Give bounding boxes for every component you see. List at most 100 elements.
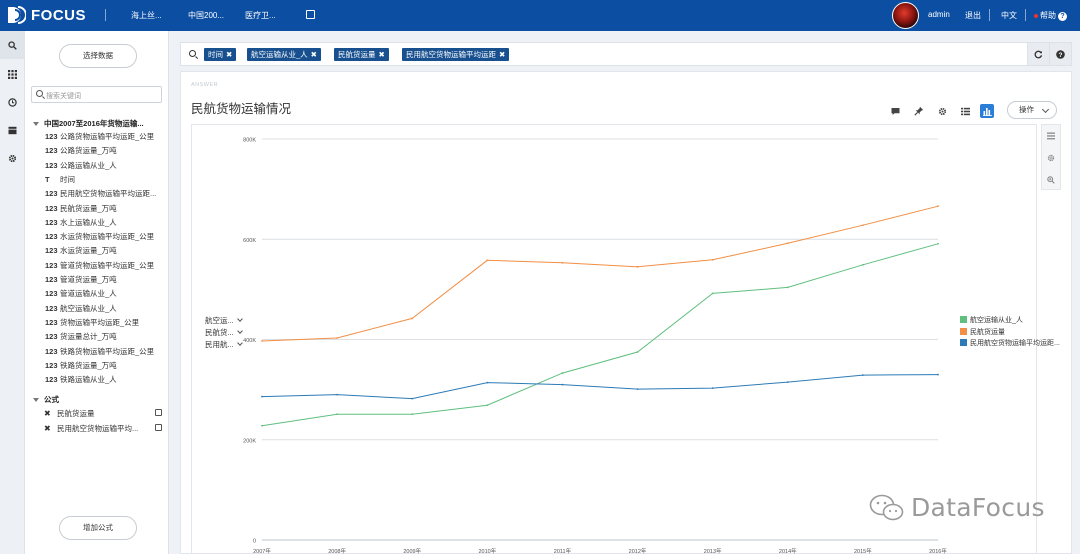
column-item[interactable]: 123 管道货物运输平均运距_公里 <box>45 260 154 272</box>
notification-dot-icon <box>1034 13 1038 18</box>
pin-button[interactable] <box>912 104 926 118</box>
edit-icon[interactable] <box>155 424 162 431</box>
help-link[interactable]: 帮助? <box>1034 10 1067 21</box>
comment-button[interactable] <box>888 104 902 118</box>
edit-icon[interactable] <box>155 409 162 416</box>
tab-history-3[interactable]: 医疗卫... <box>245 10 276 21</box>
y-axis-ticks: 0 200K 400K 600K 800K <box>243 138 256 545</box>
brand-name: FOCUS <box>31 6 86 24</box>
gear-icon <box>938 107 946 115</box>
column-name: 管道货运量_万吨 <box>60 275 117 284</box>
rail-history[interactable] <box>0 88 25 116</box>
line-chart: 0200K400K600K800K 2007年 2008年 2009年 2010年 20… <box>243 138 947 554</box>
column-item[interactable]: 123 管道运输从业_人 <box>45 288 117 300</box>
data-point <box>261 395 263 398</box>
table-node[interactable]: 中国2007至2016年货物运输... <box>33 118 144 129</box>
measure-selector[interactable]: 航空运... <box>205 315 243 326</box>
rail-data[interactable] <box>0 116 25 144</box>
number-type-icon: 123 <box>45 303 58 313</box>
legend-item[interactable]: 航空运输从业_人 <box>960 315 1023 325</box>
settings-button[interactable] <box>935 104 949 118</box>
legend-item[interactable]: 民用航空货物运输平均运距... <box>960 338 1060 348</box>
answer-label: ANSWER <box>191 82 219 88</box>
chart-zoom-button[interactable] <box>1042 169 1060 191</box>
refresh-button[interactable] <box>1027 43 1049 65</box>
refresh-icon <box>1034 50 1043 58</box>
column-search-input[interactable]: 搜索关键词 <box>31 86 162 103</box>
remove-icon[interactable]: ✖ <box>499 50 505 59</box>
search-chip[interactable]: 航空运输从业_人 ✖ <box>247 48 321 61</box>
measure-selector[interactable]: 民用航... <box>205 339 243 350</box>
column-name: 管道运输从业_人 <box>60 289 117 299</box>
column-item[interactable]: 123 铁路货运量_万吨 <box>45 360 117 372</box>
select-data-button[interactable]: 选择数据 <box>59 44 137 68</box>
logo[interactable]: FOCUS <box>6 5 86 25</box>
chevron-down-icon <box>236 316 243 322</box>
column-name: 铁路运输从业_人 <box>60 375 117 385</box>
rail-search[interactable] <box>0 31 25 59</box>
data-point <box>636 265 639 268</box>
formula-node[interactable]: 公式 <box>33 394 59 405</box>
chart-list-button[interactable] <box>1042 125 1060 147</box>
column-item[interactable]: 123 铁路货物运输平均运距_公里 <box>45 346 154 358</box>
language-switch[interactable]: 中文 <box>1001 10 1017 21</box>
number-type-icon: 123 <box>45 132 58 141</box>
search-chip[interactable]: 时间 ✖ <box>204 48 237 61</box>
remove-icon[interactable]: ✖ <box>226 50 232 59</box>
username[interactable]: admin <box>928 10 950 19</box>
operate-dropdown[interactable]: 操作 <box>1007 101 1057 119</box>
chart-view-button[interactable] <box>980 104 994 118</box>
remove-icon[interactable]: ✖ <box>311 50 317 59</box>
add-formula-button[interactable]: 增加公式 <box>59 516 137 540</box>
chart-settings-button[interactable] <box>1042 147 1060 169</box>
data-point <box>336 337 339 339</box>
logout-link[interactable]: 退出 <box>965 10 981 21</box>
legend-swatch <box>960 339 967 346</box>
legend-swatch <box>960 316 967 323</box>
column-item[interactable]: 123 水运货物运输平均运距_公里 <box>45 231 154 243</box>
remove-icon[interactable]: ✖ <box>44 424 57 433</box>
divider <box>1025 9 1026 21</box>
help-button[interactable]: ? <box>1049 43 1071 65</box>
column-item[interactable]: 123 货物运输平均运距_公里 <box>45 317 139 329</box>
search-bar[interactable]: 时间 ✖ 航空运输从业_人 ✖ 民航货运量 ✖ 民用航空货物运输平均运距 ✖ ? <box>180 42 1072 66</box>
column-item[interactable]: 123 铁路运输从业_人 <box>45 374 117 386</box>
formula-item[interactable]: ✖ 民用航空货物运输平均... <box>44 423 162 435</box>
column-name: 公路货物运输平均运距_公里 <box>60 132 155 141</box>
x-axis-ticks: 2007年 2008年 2009年 2010年 2011年 2012年 2013年 2014年… <box>253 547 947 554</box>
help-label: 帮助 <box>1040 11 1056 20</box>
rail-settings[interactable] <box>0 144 25 172</box>
edit-tabs-icon[interactable] <box>306 10 315 19</box>
table-view-button[interactable] <box>958 104 972 118</box>
y-tick-label: 600K <box>243 238 256 244</box>
tab-history-1[interactable]: 海上丝... <box>131 10 162 21</box>
search-chip[interactable]: 民航货运量 ✖ <box>334 48 389 61</box>
column-item[interactable]: 123 货运量总计_万吨 <box>45 331 117 343</box>
column-name: 公路运输从业_人 <box>60 160 117 170</box>
data-point <box>711 258 714 261</box>
tab-history-2[interactable]: 中国200... <box>188 10 224 21</box>
gear-icon <box>1047 154 1055 162</box>
formula-item[interactable]: ✖ 民航货运量 <box>44 408 162 420</box>
column-item[interactable]: 123 航空运输从业_人 <box>45 303 117 315</box>
legend-item[interactable]: 民航货运量 <box>960 327 1005 337</box>
column-item[interactable]: 123 公路运输从业_人 <box>45 160 117 172</box>
rail-apps[interactable] <box>0 60 25 88</box>
column-item[interactable]: 123 水运货运量_万吨 <box>45 245 117 257</box>
column-item[interactable]: 123 公路货物运输平均运距_公里 <box>45 131 154 143</box>
column-item[interactable]: T 时间 <box>45 174 75 186</box>
column-item[interactable]: 123 民用航空货物运输平均运距... <box>45 188 156 200</box>
column-item[interactable]: 123 民航货运量_万吨 <box>45 203 117 215</box>
column-item[interactable]: 123 管道货运量_万吨 <box>45 274 117 286</box>
measure-selector[interactable]: 民航货... <box>205 327 243 338</box>
column-name: 民用航空货物运输平均运距... <box>60 189 157 199</box>
avatar[interactable] <box>892 2 919 29</box>
remove-icon[interactable]: ✖ <box>379 50 385 59</box>
remove-icon[interactable]: ✖ <box>44 409 57 418</box>
gear-icon <box>8 154 17 162</box>
search-chip[interactable]: 民用航空货物运输平均运距 ✖ <box>402 48 510 61</box>
column-item[interactable]: 123 公路货运量_万吨 <box>45 145 117 157</box>
column-item[interactable]: 123 水上运输从业_人 <box>45 217 117 229</box>
x-tick-label: 2011年 <box>554 547 572 554</box>
number-type-icon: 123 <box>45 232 58 242</box>
